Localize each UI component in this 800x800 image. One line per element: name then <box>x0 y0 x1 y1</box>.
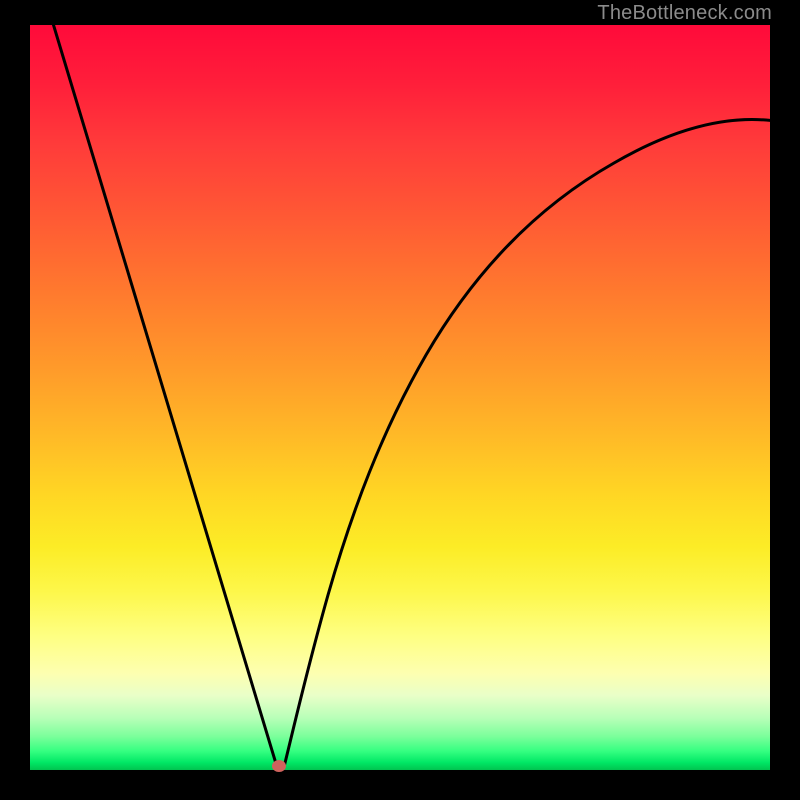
curve-right-branch <box>284 120 770 767</box>
chart-canvas: TheBottleneck.com <box>0 0 800 800</box>
plot-area <box>30 25 770 770</box>
watermark-text: TheBottleneck.com <box>597 2 772 25</box>
curve-left-branch <box>52 25 277 767</box>
bottleneck-curve <box>30 25 770 770</box>
minimum-marker <box>272 760 286 772</box>
